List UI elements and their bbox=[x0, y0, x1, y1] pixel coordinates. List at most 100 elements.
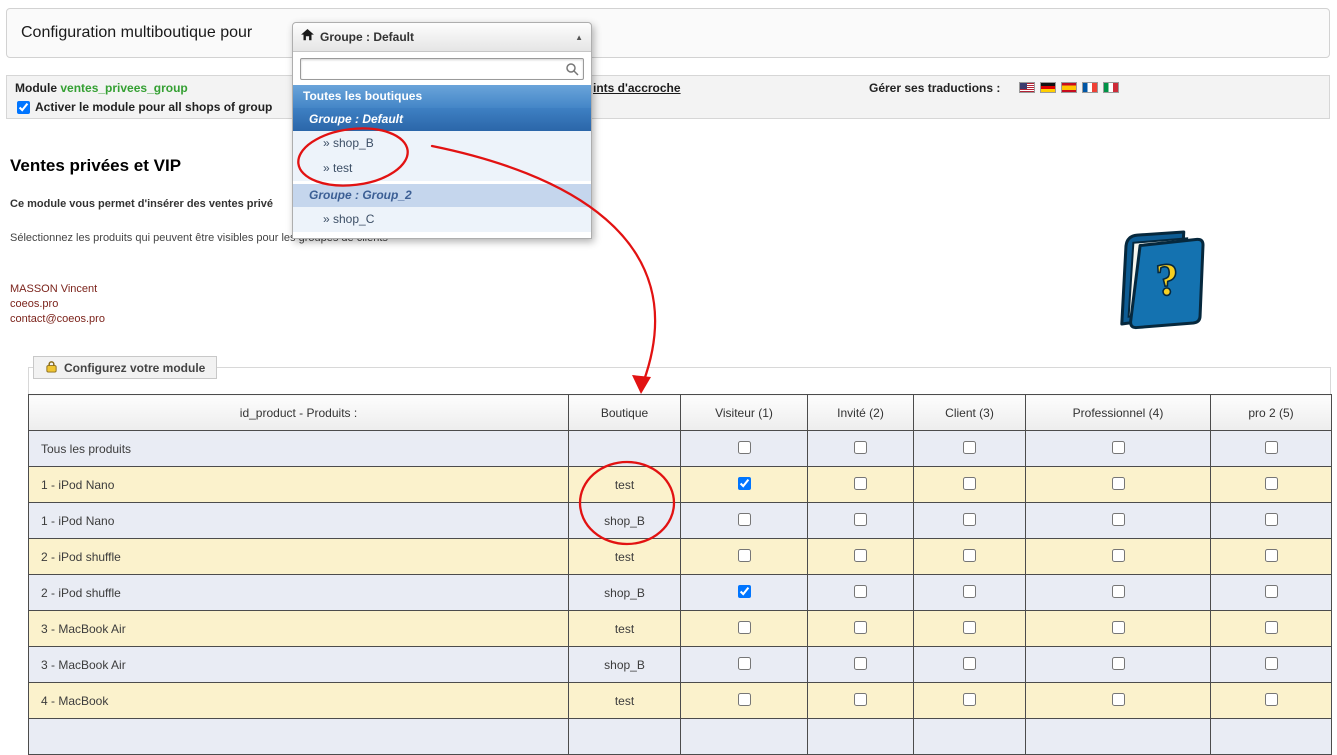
product-cell: 2 - iPod shuffle bbox=[28, 574, 569, 611]
shop-selector-option[interactable]: Groupe : Group_2 bbox=[293, 184, 591, 207]
column-header: Invité (2) bbox=[807, 394, 914, 431]
checkbox-cell bbox=[1210, 646, 1332, 683]
visibility-checkbox[interactable] bbox=[854, 584, 867, 598]
visibility-checkbox[interactable] bbox=[963, 476, 976, 490]
visibility-checkbox[interactable] bbox=[1264, 584, 1278, 598]
visibility-checkbox[interactable] bbox=[1111, 548, 1125, 562]
flag-us-icon[interactable] bbox=[1019, 82, 1035, 93]
shop-selector-button[interactable]: Groupe : Default ▲ bbox=[293, 23, 591, 52]
table-row: 2 - iPod shuffle shop_B bbox=[28, 574, 1332, 611]
table-row: 1 - iPod Nano test bbox=[28, 466, 1332, 503]
visibility-checkbox[interactable] bbox=[854, 620, 867, 634]
translation-flags bbox=[1019, 82, 1119, 93]
visibility-checkbox[interactable] bbox=[963, 512, 976, 526]
author-site: coeos.pro bbox=[10, 298, 59, 310]
visibility-checkbox[interactable] bbox=[737, 512, 751, 526]
product-cell: 3 - MacBook Air bbox=[28, 646, 569, 683]
visibility-checkbox[interactable] bbox=[737, 476, 751, 490]
shop-selector-option[interactable]: » test bbox=[293, 156, 591, 181]
checkbox-cell bbox=[1025, 466, 1211, 503]
page-heading: Ventes privées et VIP bbox=[10, 156, 182, 175]
checkbox-cell bbox=[680, 682, 808, 719]
product-cell: 4 - MacBook bbox=[28, 682, 569, 719]
checkbox-cell bbox=[1210, 610, 1332, 647]
checkbox-cell bbox=[913, 430, 1026, 467]
checkbox-cell bbox=[807, 502, 914, 539]
product-cell: 2 - iPod shuffle bbox=[28, 538, 569, 575]
boutique-cell bbox=[568, 430, 681, 467]
visibility-checkbox[interactable] bbox=[1264, 548, 1278, 562]
activate-module-row: Activer le module pour all shops of grou… bbox=[17, 100, 272, 114]
visibility-checkbox[interactable] bbox=[854, 656, 867, 670]
visibility-checkbox[interactable] bbox=[963, 548, 976, 562]
visibility-checkbox[interactable] bbox=[1264, 440, 1278, 454]
visibility-checkbox[interactable] bbox=[737, 692, 751, 706]
column-header: Boutique bbox=[568, 394, 681, 431]
visibility-checkbox[interactable] bbox=[1111, 440, 1125, 454]
shop-search-input[interactable] bbox=[300, 58, 584, 80]
table-row: 3 - MacBook Air shop_B bbox=[28, 646, 1332, 683]
visibility-checkbox[interactable] bbox=[854, 692, 867, 706]
visibility-checkbox[interactable] bbox=[963, 620, 976, 634]
visibility-checkbox[interactable] bbox=[1111, 656, 1125, 670]
checkbox-cell bbox=[807, 718, 914, 755]
activate-module-checkbox[interactable] bbox=[17, 100, 30, 114]
checkbox-cell bbox=[913, 538, 1026, 575]
checkbox-cell bbox=[807, 538, 914, 575]
column-header: pro 2 (5) bbox=[1210, 394, 1332, 431]
flag-it-icon[interactable] bbox=[1103, 82, 1119, 93]
visibility-checkbox[interactable] bbox=[963, 656, 976, 670]
shop-search-row bbox=[293, 52, 591, 85]
checkbox-cell bbox=[1210, 502, 1332, 539]
flag-es-icon[interactable] bbox=[1061, 82, 1077, 93]
visibility-checkbox[interactable] bbox=[1264, 512, 1278, 526]
visibility-checkbox[interactable] bbox=[1264, 692, 1278, 706]
visibility-checkbox[interactable] bbox=[1264, 620, 1278, 634]
boutique-cell: test bbox=[568, 682, 681, 719]
boutique-cell: test bbox=[568, 610, 681, 647]
visibility-checkbox[interactable] bbox=[963, 440, 976, 454]
visibility-checkbox[interactable] bbox=[854, 440, 867, 454]
shop-selector-option[interactable]: » shop_C bbox=[293, 207, 591, 232]
visibility-checkbox[interactable] bbox=[1111, 620, 1125, 634]
checkbox-cell bbox=[1210, 466, 1332, 503]
author-email: contact@coeos.pro bbox=[10, 313, 105, 325]
visibility-checkbox[interactable] bbox=[1111, 476, 1125, 490]
checkbox-cell bbox=[807, 646, 914, 683]
translations-label: Gérer ses traductions : bbox=[869, 81, 1001, 95]
module-info-line: Module ventes_privees_group bbox=[15, 81, 188, 95]
visibility-checkbox[interactable] bbox=[963, 692, 976, 706]
checkbox-cell bbox=[913, 718, 1026, 755]
visibility-checkbox[interactable] bbox=[737, 656, 751, 670]
module-description: Ce module vous permet d'insérer des vent… bbox=[10, 198, 274, 210]
checkbox-cell bbox=[1025, 502, 1211, 539]
visibility-checkbox[interactable] bbox=[737, 548, 751, 562]
column-header: id_product - Produits : bbox=[28, 394, 569, 431]
checkbox-cell bbox=[680, 430, 808, 467]
visibility-checkbox[interactable] bbox=[1111, 584, 1125, 598]
visibility-checkbox[interactable] bbox=[737, 584, 751, 598]
visibility-checkbox[interactable] bbox=[1264, 656, 1278, 670]
column-header: Visiteur (1) bbox=[680, 394, 808, 431]
visibility-checkbox[interactable] bbox=[963, 584, 976, 598]
shop-selector-option[interactable]: » shop_B bbox=[293, 131, 591, 156]
shop-selector-option[interactable]: Groupe : Default bbox=[293, 108, 591, 131]
visibility-checkbox[interactable] bbox=[854, 548, 867, 562]
shop-selector-option[interactable]: Toutes les boutiques bbox=[293, 85, 591, 108]
checkbox-cell bbox=[680, 538, 808, 575]
flag-fr-icon[interactable] bbox=[1082, 82, 1098, 93]
config-legend: Configurez votre module bbox=[33, 356, 218, 379]
shop-selector-dropdown: Groupe : Default ▲ Toutes les boutiques G… bbox=[292, 22, 592, 239]
table-row: 3 - MacBook Air test bbox=[28, 610, 1332, 647]
visibility-checkbox[interactable] bbox=[1111, 692, 1125, 706]
checkbox-cell bbox=[680, 610, 808, 647]
visibility-checkbox[interactable] bbox=[854, 512, 867, 526]
flag-de-icon[interactable] bbox=[1040, 82, 1056, 93]
visibility-checkbox[interactable] bbox=[1111, 512, 1125, 526]
visibility-checkbox[interactable] bbox=[854, 476, 867, 490]
visibility-checkbox[interactable] bbox=[737, 620, 751, 634]
checkbox-cell bbox=[1025, 430, 1211, 467]
visibility-checkbox[interactable] bbox=[737, 440, 751, 454]
visibility-checkbox[interactable] bbox=[1264, 476, 1278, 490]
hooks-link[interactable]: ints d'accroche bbox=[593, 81, 681, 95]
